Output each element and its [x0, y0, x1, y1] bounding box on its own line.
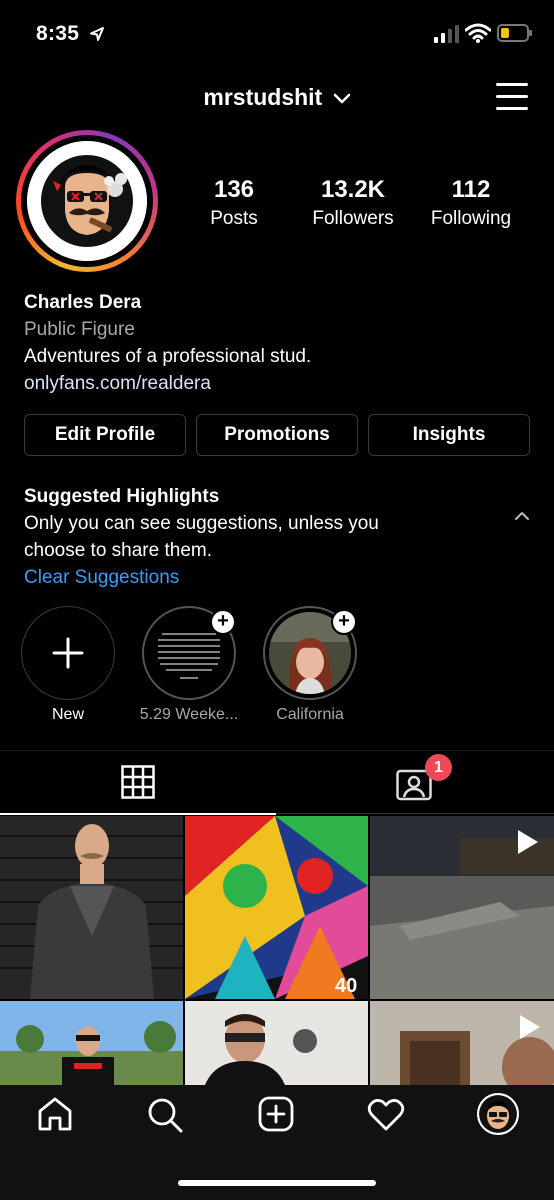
- profile-bio: Charles Dera Public Figure Adventures of…: [24, 289, 311, 397]
- home-indicator[interactable]: [178, 1180, 376, 1186]
- new-highlight-button[interactable]: [21, 606, 115, 700]
- plus-icon: [52, 637, 84, 669]
- post-thumbnail[interactable]: [185, 1001, 368, 1085]
- new-post-icon[interactable]: [258, 1096, 294, 1132]
- svg-text:40: 40: [335, 975, 357, 997]
- status-time: 8:35: [36, 22, 80, 45]
- video-post-thumbnail[interactable]: [370, 1001, 554, 1085]
- add-to-highlight-icon[interactable]: +: [210, 609, 236, 635]
- suggested-title: Suggested Highlights: [24, 486, 220, 507]
- highlight-label-new: New: [51, 706, 84, 723]
- bio-link[interactable]: onlyfans.com/realdera: [24, 370, 311, 397]
- video-post-thumbnail[interactable]: [370, 816, 554, 999]
- battery-icon: [497, 24, 532, 42]
- suggested-highlights: Suggested Highlights Only you can see su…: [24, 483, 444, 591]
- chevron-down-icon: [333, 93, 350, 104]
- tagged-notification-badge: 1: [425, 754, 452, 781]
- location-arrow-icon: [90, 27, 104, 41]
- activity-heart-icon[interactable]: [367, 1098, 405, 1132]
- stat-value: 136: [213, 176, 255, 203]
- suggested-desc-line2: choose to share them.: [24, 540, 212, 561]
- highlight-label-weekend: 5.29 Weeke...: [139, 706, 239, 723]
- stat-value: 13.2K: [320, 176, 386, 203]
- profile-name: Charles Dera: [24, 292, 142, 313]
- promotions-button[interactable]: Promotions: [196, 414, 358, 456]
- post-thumbnail[interactable]: 40: [185, 816, 368, 999]
- post-thumbnail[interactable]: [0, 816, 183, 999]
- home-icon[interactable]: [37, 1096, 73, 1132]
- stat-label: Followers: [312, 208, 394, 229]
- username: mrstudshit: [203, 84, 323, 110]
- followers-count[interactable]: 13.2K Followers: [293, 176, 413, 230]
- insights-button[interactable]: Insights: [368, 414, 530, 456]
- cellular-signal-icon: [434, 25, 459, 43]
- profile-tab-avatar[interactable]: [477, 1093, 519, 1135]
- stat-label: Following: [430, 208, 512, 229]
- post-thumbnail[interactable]: [0, 1001, 183, 1085]
- stat-label: Posts: [210, 208, 258, 229]
- active-tab-indicator: [0, 813, 276, 815]
- stat-value: 112: [451, 176, 491, 203]
- clear-suggestions-link[interactable]: Clear Suggestions: [24, 564, 444, 591]
- chevron-up-icon[interactable]: [513, 510, 531, 522]
- profile-avatar[interactable]: [16, 130, 158, 272]
- menu-hamburger-icon[interactable]: [496, 82, 528, 112]
- avatar-cartoon-image: [27, 141, 147, 261]
- posts-count[interactable]: 136 Posts: [174, 176, 294, 230]
- add-to-highlight-icon[interactable]: +: [331, 609, 357, 635]
- profile-category: Public Figure: [24, 319, 135, 340]
- inactive-tab-divider: [276, 813, 554, 814]
- grid-view-icon[interactable]: [121, 765, 155, 799]
- bio-text: Adventures of a professional stud.: [24, 346, 312, 367]
- account-switcher[interactable]: mrstudshit: [0, 84, 554, 111]
- wifi-icon: [465, 23, 491, 43]
- search-icon[interactable]: [146, 1096, 184, 1134]
- suggested-desc-line1: Only you can see suggestions, unless you: [24, 513, 379, 534]
- edit-profile-button[interactable]: Edit Profile: [24, 414, 186, 456]
- highlight-label-california: California: [276, 706, 344, 723]
- following-count[interactable]: 112 Following: [411, 176, 531, 230]
- tabs-divider: [0, 750, 554, 751]
